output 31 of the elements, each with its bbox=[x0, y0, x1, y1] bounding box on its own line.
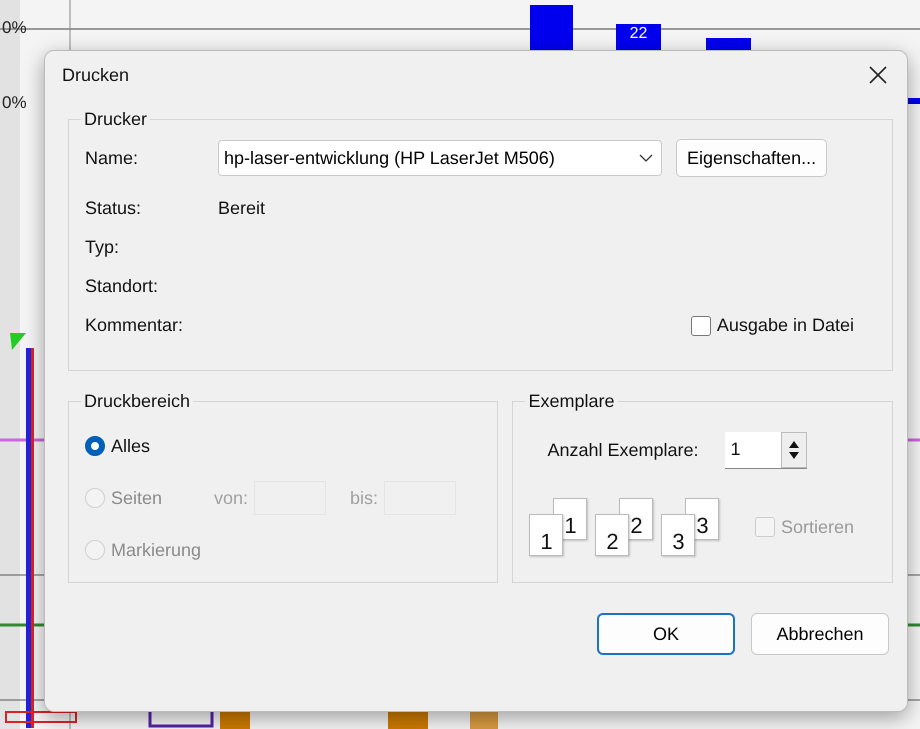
properties-button[interactable]: Eigenschaften... bbox=[676, 139, 828, 177]
field-label: von: bbox=[214, 488, 248, 508]
radio-option[interactable]: Alles bbox=[85, 436, 205, 456]
field-label: Status: bbox=[85, 198, 142, 219]
chart-bar bbox=[706, 38, 751, 50]
field-label: Anzahl Exemplare: bbox=[547, 440, 699, 460]
axis-label: 0% bbox=[2, 18, 27, 38]
group-title: Druckbereich bbox=[83, 391, 192, 412]
field-label: Typ: bbox=[85, 237, 120, 258]
triangle-marker-icon bbox=[10, 333, 26, 350]
dialog-title: Drucken bbox=[62, 64, 130, 86]
field-label: Standort: bbox=[85, 276, 160, 297]
close-icon bbox=[868, 65, 888, 85]
down-arrow-icon bbox=[786, 450, 801, 462]
printer-dropdown[interactable]: hp-laser-entwicklung (HP LaserJet M506) bbox=[218, 140, 662, 176]
group-title: Exemplare bbox=[527, 391, 616, 412]
copies-spinner[interactable]: 1 bbox=[724, 432, 807, 468]
outlined-bar bbox=[5, 711, 77, 723]
field-label: Kommentar: bbox=[85, 315, 184, 336]
group-title: Drucker bbox=[83, 109, 148, 130]
axis-label: 0% bbox=[2, 93, 27, 113]
print-to-file-checkbox[interactable]: Ausgabe in Datei bbox=[690, 315, 854, 336]
dialog-button[interactable]: OK bbox=[597, 613, 735, 655]
field-value: Bereit bbox=[218, 198, 266, 219]
field-label: bis: bbox=[350, 488, 378, 508]
labeled-chart-bar: 22 bbox=[616, 24, 661, 50]
chevron-down-icon bbox=[639, 154, 653, 162]
dialog-button[interactable]: Abbrechen bbox=[751, 613, 889, 655]
field-label: Name: bbox=[85, 148, 140, 168]
chart-bar bbox=[908, 98, 920, 104]
chart-bar bbox=[530, 5, 573, 50]
